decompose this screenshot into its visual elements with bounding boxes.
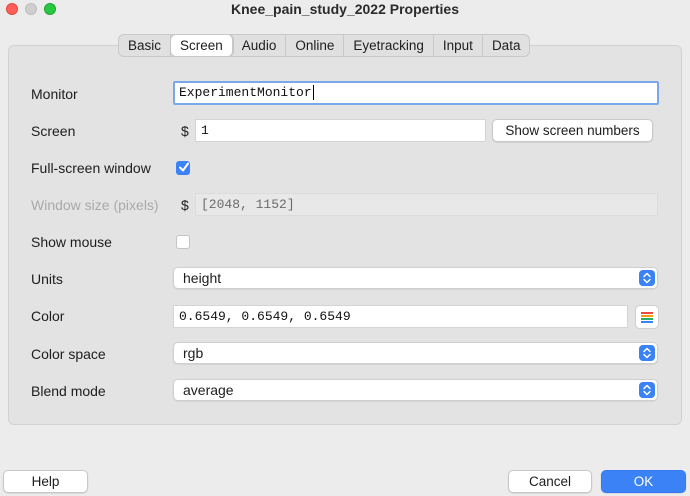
window-size-label: Window size (pixels) (31, 197, 159, 213)
color-space-select[interactable]: rgb (173, 342, 658, 364)
window-title: Knee_pain_study_2022 Properties (231, 1, 459, 17)
color-label: Color (31, 308, 65, 324)
blend-mode-value: average (183, 382, 234, 398)
title-bar: Knee_pain_study_2022 Properties (0, 0, 690, 20)
show-mouse-checkbox[interactable] (176, 235, 190, 249)
tab-audio[interactable]: Audio (233, 35, 287, 56)
screen-label: Screen (31, 123, 76, 139)
units-select[interactable]: height (173, 267, 658, 289)
text-caret (312, 85, 314, 101)
cancel-button[interactable]: Cancel (508, 470, 592, 493)
blend-mode-label: Blend mode (31, 383, 106, 399)
show-screen-numbers-button[interactable]: Show screen numbers (492, 119, 653, 142)
tab-bar: Basic Screen Audio Online Eyetracking In… (118, 34, 531, 57)
tab-screen[interactable]: Screen (171, 35, 233, 56)
ok-button[interactable]: OK (601, 470, 686, 493)
screen-input[interactable]: 1 (195, 119, 486, 142)
show-mouse-label: Show mouse (31, 234, 112, 250)
monitor-value: ExperimentMonitor (179, 85, 312, 100)
tab-input[interactable]: Input (434, 35, 483, 56)
units-label: Units (31, 271, 63, 287)
updown-arrows-icon (639, 345, 655, 361)
blend-mode-select[interactable]: average (173, 379, 658, 401)
checkmark-icon (179, 162, 189, 172)
units-value: height (183, 270, 222, 286)
color-palette-icon (641, 312, 653, 323)
color-picker-button[interactable] (635, 305, 659, 329)
updown-arrows-icon (639, 270, 655, 286)
monitor-input[interactable]: ExperimentMonitor (173, 81, 659, 105)
window-size-code-prefix: $ (181, 197, 189, 213)
fullscreen-checkbox[interactable] (176, 161, 190, 175)
color-space-label: Color space (31, 346, 106, 362)
color-input[interactable]: 0.6549, 0.6549, 0.6549 (173, 305, 628, 328)
tab-data[interactable]: Data (483, 35, 530, 56)
fullscreen-label: Full-screen window (31, 160, 151, 176)
color-space-value: rgb (183, 345, 204, 361)
tab-online[interactable]: Online (286, 35, 345, 56)
updown-arrows-icon (639, 382, 655, 398)
tab-eyetracking[interactable]: Eyetracking (344, 35, 434, 56)
window-size-input: [2048, 1152] (195, 193, 658, 216)
monitor-label: Monitor (31, 86, 78, 102)
tab-basic[interactable]: Basic (119, 35, 172, 56)
help-button[interactable]: Help (3, 470, 88, 493)
screen-code-prefix: $ (181, 123, 189, 139)
